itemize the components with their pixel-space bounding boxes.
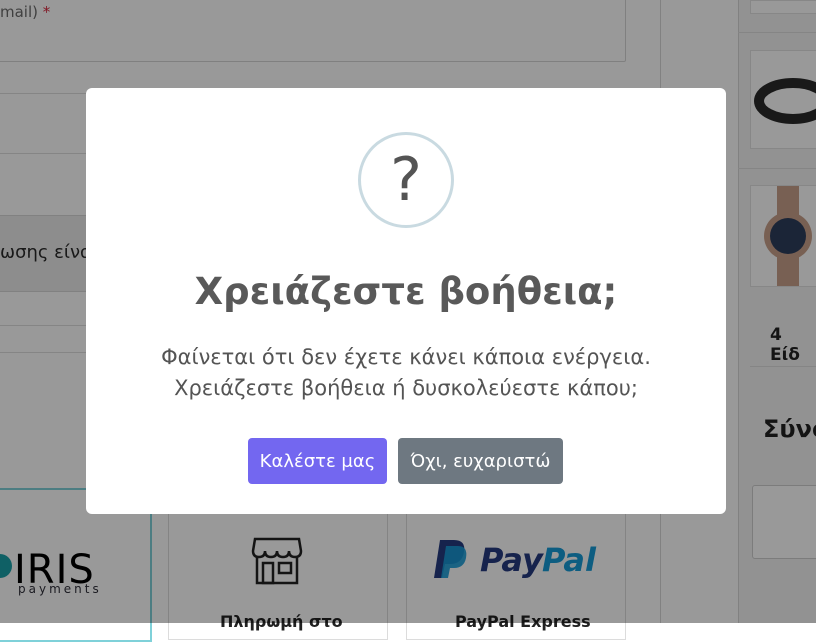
dialog-text-line: Φαίνεται ότι δεν έχετε κάνει κάποια ενέρ… <box>161 345 651 369</box>
help-dialog: ? Χρειάζεστε βοήθεια; Φαίνεται ότι δεν έ… <box>86 88 726 514</box>
call-us-button[interactable]: Καλέστε μας <box>248 438 387 484</box>
dialog-title: Χρειάζεστε βοήθεια; <box>194 270 618 313</box>
dialog-text-line: Χρειάζεστε βοήθεια ή δυσκολεύεστε κάπου; <box>174 376 638 400</box>
dialog-text: Φαίνεται ότι δεν έχετε κάνει κάποια ενέρ… <box>86 342 726 404</box>
no-thanks-button[interactable]: Όχι, ευχαριστώ <box>398 438 563 484</box>
question-mark-icon: ? <box>358 132 454 228</box>
